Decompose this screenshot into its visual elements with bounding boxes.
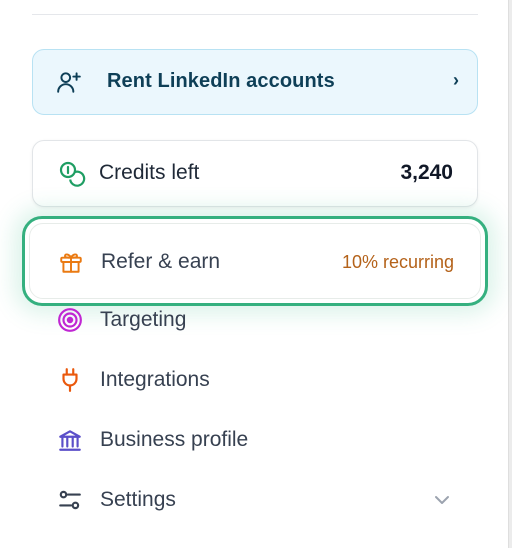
nav-label-business-profile: Business profile — [100, 428, 249, 451]
sliders-icon — [56, 486, 84, 514]
refer-and-earn-item[interactable]: Refer & earn 10% recurring — [22, 216, 488, 306]
user-plus-icon — [55, 68, 83, 96]
credits-value: 3,240 — [400, 161, 453, 184]
nav-item-targeting[interactable]: Targeting — [56, 300, 456, 340]
nav-label-targeting: Targeting — [100, 308, 187, 331]
gift-icon — [58, 249, 84, 275]
nav-item-settings[interactable]: Settings — [56, 480, 456, 520]
nav-label-settings: Settings — [100, 488, 176, 511]
sidebar-panel: Rent LinkedIn accounts › Credits left 3,… — [0, 0, 512, 548]
coins-icon — [57, 159, 87, 189]
panel-border — [508, 0, 512, 548]
chevron-right-icon: › — [453, 70, 459, 90]
nav-item-integrations[interactable]: Integrations — [56, 360, 456, 400]
refer-badge: 10% recurring — [341, 252, 454, 272]
bank-icon — [56, 426, 84, 454]
refer-label: Refer & earn — [101, 250, 221, 273]
target-icon — [56, 306, 84, 334]
rent-linkedin-accounts-button[interactable]: Rent LinkedIn accounts › — [32, 49, 478, 115]
nav-item-business-profile[interactable]: Business profile — [56, 420, 456, 460]
credits-label: Credits left — [99, 161, 200, 184]
chevron-down-icon[interactable] — [430, 488, 454, 512]
rent-card-label: Rent LinkedIn accounts — [107, 70, 335, 92]
nav-label-integrations: Integrations — [100, 368, 210, 391]
divider — [32, 14, 478, 15]
credits-card: Credits left 3,240 — [32, 140, 478, 207]
plug-icon — [56, 366, 84, 394]
